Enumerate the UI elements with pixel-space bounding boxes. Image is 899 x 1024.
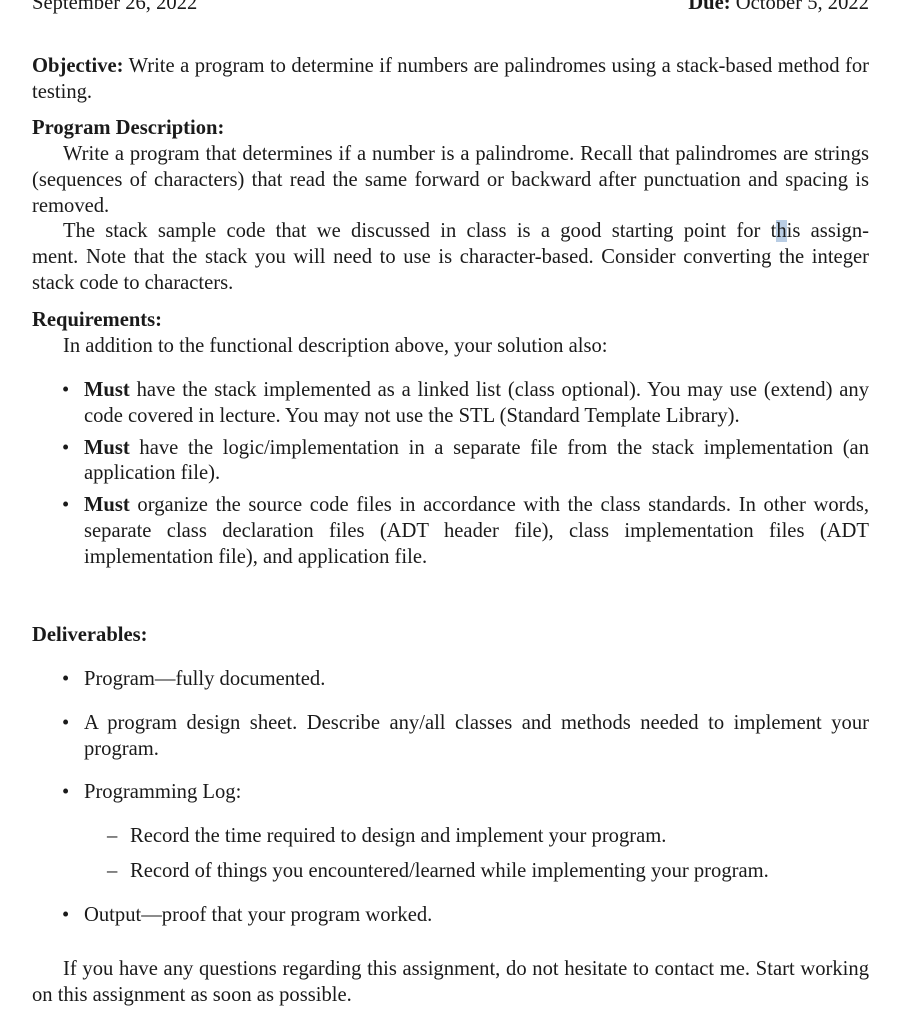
- requirements-title: Requirements:: [32, 309, 163, 331]
- objective: Objective: Write a program to determine …: [32, 54, 869, 106]
- objective-text: Write a program to determine if numbers …: [32, 55, 869, 103]
- log-subitem: Record of things you encountered/learned…: [107, 859, 869, 885]
- deliverable-item: Output—proof that your program worked.: [62, 903, 869, 929]
- page-header: September 26, 2022 Due: October 5, 2022: [32, 0, 869, 17]
- program-description: Write a program that determines if a num…: [32, 142, 869, 297]
- closing-paragraph: If you have any questions regarding this…: [32, 958, 869, 1006]
- deliverable-item: Program—fully documented.: [62, 667, 869, 693]
- program-description-para-1: Write a program that determines if a num…: [32, 143, 869, 217]
- deliverable-item: A program design sheet. Describe any/all…: [62, 711, 869, 763]
- due-label: Due:: [688, 0, 731, 14]
- due-date: Due: October 5, 2022: [688, 0, 869, 17]
- program-description-para-2: ment. Note that the stack you will need …: [32, 246, 869, 294]
- assignment-date: September 26, 2022: [32, 0, 198, 14]
- deliverables-title: Deliverables:: [32, 624, 148, 646]
- deliverables-list: Program—fully documented. A program desi…: [32, 667, 869, 929]
- requirements-intro: In addition to the functional descriptio…: [63, 335, 608, 357]
- requirement-item: Must have the stack implemented as a lin…: [62, 378, 869, 430]
- deliverable-item: Programming Log: Record the time require…: [62, 780, 869, 885]
- programming-log-sublist: Record the time required to design and i…: [84, 824, 869, 885]
- requirement-item: Must have the logic/implementation in a …: [62, 436, 869, 488]
- due-date-value: October 5, 2022: [735, 0, 869, 14]
- log-subitem: Record the time required to design and i…: [107, 824, 869, 850]
- objective-label: Objective:: [32, 55, 124, 77]
- program-description-title: Program Description:: [32, 117, 225, 139]
- program-description-para-2-line-1: The stack sample code that we discussed …: [63, 220, 870, 243]
- requirements-list: Must have the stack implemented as a lin…: [32, 378, 869, 571]
- text-selection-highlight[interactable]: h: [776, 220, 787, 243]
- requirement-item: Must organize the source code files in a…: [62, 493, 869, 570]
